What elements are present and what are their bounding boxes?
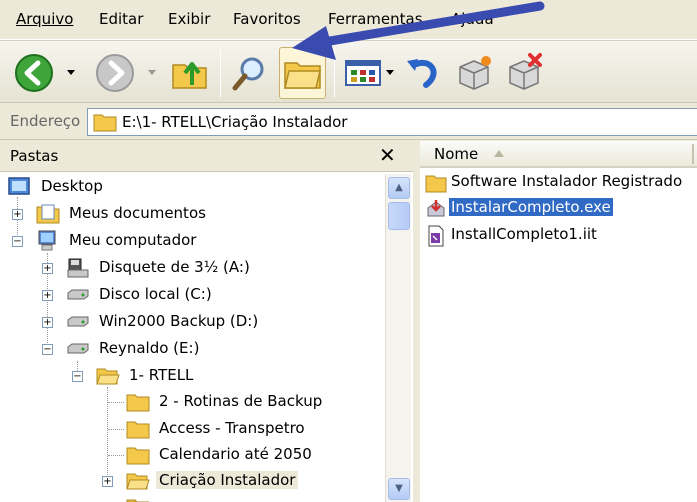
- collapse-icon[interactable]: −: [42, 344, 53, 355]
- folder-icon: [126, 421, 150, 439]
- folders-pane-header: Pastas ✕: [0, 141, 413, 172]
- menu-editar[interactable]: Editar: [99, 10, 143, 28]
- tree-line: [108, 429, 124, 430]
- expand-icon[interactable]: +: [42, 290, 53, 301]
- floppy-drive-icon: [67, 258, 89, 278]
- undo-button[interactable]: [402, 51, 446, 95]
- folders-icon: [284, 62, 321, 89]
- back-dropdown-icon[interactable]: [66, 69, 76, 77]
- scroll-up-icon[interactable]: ▲: [388, 177, 410, 199]
- forward-dropdown-icon[interactable]: [147, 69, 157, 77]
- pane-splitter[interactable]: [413, 141, 420, 502]
- tree-line: [108, 455, 124, 456]
- toolbar-separator: [220, 49, 221, 97]
- address-bar: Endereço E:\1- RTELL\Criação Instalador: [0, 104, 697, 140]
- move-to-icon: [459, 56, 491, 90]
- computer-icon: [38, 230, 56, 251]
- folder-icon: [425, 175, 447, 193]
- expand-icon[interactable]: +: [102, 476, 113, 487]
- folders-pane: Pastas ✕ Desktop + Meus documentos − Meu…: [0, 141, 413, 502]
- collapse-icon[interactable]: −: [12, 236, 23, 247]
- up-button[interactable]: [168, 51, 212, 95]
- open-folder-icon: [126, 473, 150, 490]
- views-icon: [345, 60, 381, 86]
- sort-ascending-icon: [494, 150, 504, 157]
- address-field[interactable]: E:\1- RTELL\Criação Instalador: [87, 108, 697, 136]
- address-path: E:\1- RTELL\Criação Instalador: [122, 113, 348, 131]
- hard-drive-icon: [67, 343, 89, 354]
- expand-icon[interactable]: +: [42, 263, 53, 274]
- forward-icon: [96, 54, 134, 92]
- forward-button[interactable]: [93, 51, 137, 95]
- views-dropdown-icon[interactable]: [385, 69, 395, 77]
- toolbar-separator: [334, 49, 335, 97]
- menu-ferramentas[interactable]: Ferramentas: [328, 10, 423, 28]
- menu-ajuda[interactable]: Ajuda: [451, 10, 494, 28]
- folders-scrollbar[interactable]: ▲ ▼: [385, 174, 411, 502]
- close-icon[interactable]: ✕: [379, 141, 396, 169]
- script-file-icon: [428, 225, 444, 247]
- menu-bar: Arquivo Editar Exibir Favoritos Ferramen…: [0, 0, 697, 40]
- installer-icon: [427, 200, 445, 217]
- column-header-name[interactable]: Nome: [420, 141, 697, 168]
- folders-button[interactable]: [279, 47, 326, 99]
- undo-icon: [407, 59, 437, 88]
- folders-pane-title: Pastas: [10, 147, 59, 165]
- tree-line: [108, 402, 124, 403]
- menu-favoritos[interactable]: Favoritos: [233, 10, 301, 28]
- delete-button[interactable]: [502, 51, 546, 95]
- delete-icon: [509, 53, 542, 90]
- folder-icon: [126, 447, 150, 465]
- search-icon: [232, 57, 264, 91]
- desktop-icon: [8, 177, 30, 195]
- address-label: Endereço: [10, 112, 81, 130]
- folder-icon: [93, 114, 117, 132]
- column-separator[interactable]: [692, 144, 694, 164]
- back-icon: [15, 54, 53, 92]
- up-folder-icon: [172, 62, 207, 89]
- toolbar: [0, 40, 697, 103]
- scroll-thumb[interactable]: [388, 202, 410, 230]
- expand-icon[interactable]: +: [42, 317, 53, 328]
- menu-arquivo[interactable]: Arquivo: [16, 10, 73, 28]
- collapse-icon[interactable]: −: [72, 371, 83, 382]
- back-button[interactable]: [12, 51, 56, 95]
- folder-icon: [126, 499, 149, 502]
- files-pane: Nome Software Instalador Registrado Inst…: [420, 141, 697, 502]
- column-header-label: Nome: [434, 145, 479, 163]
- documents-folder-icon: [36, 204, 60, 224]
- expand-icon[interactable]: +: [12, 209, 23, 220]
- search-button[interactable]: [228, 51, 272, 95]
- folder-icon: [126, 394, 150, 412]
- hard-drive-icon: [67, 316, 89, 327]
- scroll-down-icon[interactable]: ▼: [388, 478, 410, 500]
- views-button[interactable]: [342, 51, 386, 95]
- hard-drive-icon: [67, 289, 89, 300]
- menu-exibir[interactable]: Exibir: [168, 10, 210, 28]
- open-folder-icon: [96, 368, 120, 385]
- move-to-button[interactable]: [452, 51, 496, 95]
